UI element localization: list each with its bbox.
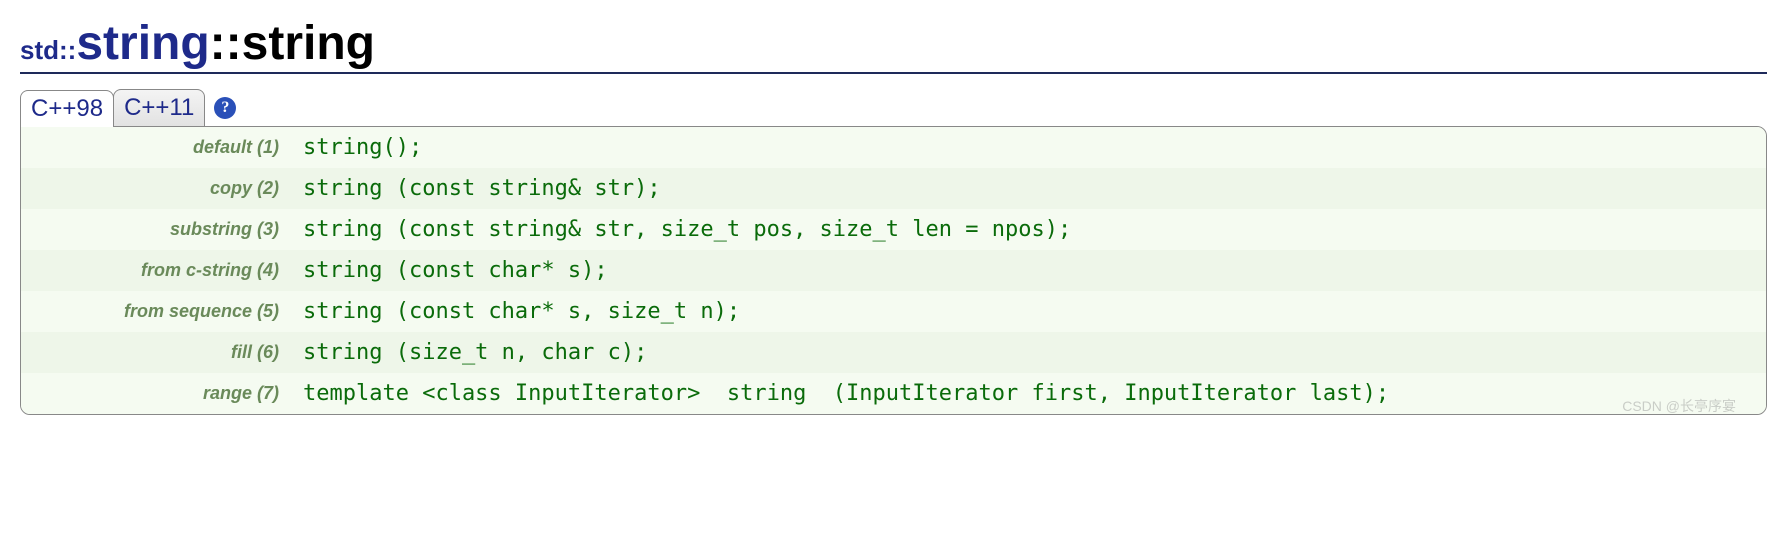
table-row: range (7) template <class InputIterator>…: [21, 373, 1766, 414]
signatures-table: default (1) string(); copy (2) string (c…: [21, 127, 1766, 414]
sig-code: string (const string& str);: [293, 168, 1766, 209]
sig-label: from sequence (5): [21, 291, 293, 332]
tab-cpp98[interactable]: C++98: [20, 90, 114, 127]
sig-code: string (const char* s, size_t n);: [293, 291, 1766, 332]
sig-code: template <class InputIterator> string (I…: [293, 373, 1766, 414]
table-row: fill (6) string (size_t n, char c);: [21, 332, 1766, 373]
sig-label: fill (6): [21, 332, 293, 373]
sig-label: substring (3): [21, 209, 293, 250]
sig-code: string();: [293, 127, 1766, 168]
sig-label: copy (2): [21, 168, 293, 209]
table-row: copy (2) string (const string& str);: [21, 168, 1766, 209]
sig-code: string (const char* s);: [293, 250, 1766, 291]
table-row: substring (3) string (const string& str,…: [21, 209, 1766, 250]
sig-label: default (1): [21, 127, 293, 168]
sig-label: range (7): [21, 373, 293, 414]
namespace-prefix: std::: [20, 35, 76, 65]
page-title: std::string::string: [20, 20, 1767, 74]
class-name: string: [76, 17, 209, 70]
table-row: from c-string (4) string (const char* s)…: [21, 250, 1766, 291]
sig-code: string (const string& str, size_t pos, s…: [293, 209, 1766, 250]
table-row: from sequence (5) string (const char* s,…: [21, 291, 1766, 332]
table-row: default (1) string();: [21, 127, 1766, 168]
tab-row: C++98 C++11 ?: [20, 89, 1767, 126]
tab-cpp11[interactable]: C++11: [113, 89, 205, 126]
signatures-panel: default (1) string(); copy (2) string (c…: [20, 126, 1767, 415]
help-icon[interactable]: ?: [214, 97, 236, 119]
sig-code: string (size_t n, char c);: [293, 332, 1766, 373]
member-name: string: [242, 17, 375, 70]
sig-label: from c-string (4): [21, 250, 293, 291]
title-heading: std::string::string: [20, 20, 1767, 68]
scope-sep: ::: [210, 17, 242, 70]
version-tabs: C++98 C++11 ? default (1) string(); copy…: [20, 89, 1767, 415]
